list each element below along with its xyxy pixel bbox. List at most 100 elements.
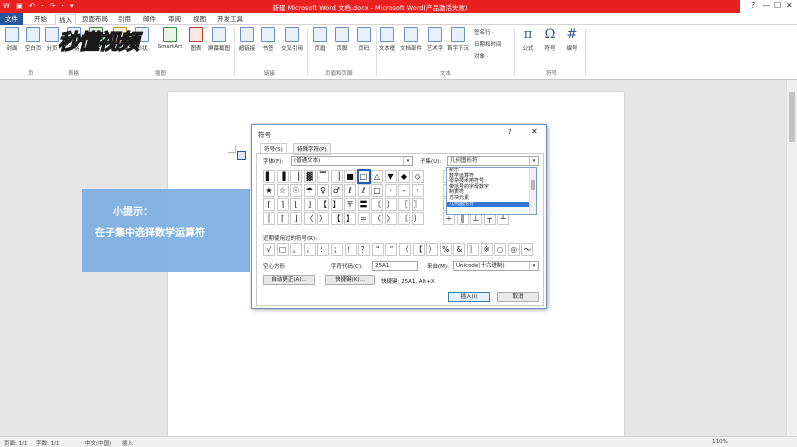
symbol-cell[interactable]: ⌋ <box>290 212 302 225</box>
symbol-cell[interactable]: ▌ <box>263 170 275 183</box>
cancel-button[interactable]: 取消 <box>497 292 539 302</box>
symbol-cell[interactable]: ◆ <box>398 170 410 183</box>
recent-symbol-cell[interactable]: ○ <box>494 243 507 256</box>
recent-symbol-cell[interactable]: ！ <box>344 243 357 256</box>
tab-page-layout[interactable]: 页面布局 <box>79 14 111 25</box>
symbol-cell[interactable]: ▕ <box>290 170 302 183</box>
object-button[interactable]: 对象 · <box>474 52 489 60</box>
symbol-cell[interactable]: 〒 <box>344 198 356 211</box>
symbol-cell[interactable]: ⌈ <box>263 198 275 211</box>
signature-line-button[interactable]: 签名行 · <box>474 28 494 36</box>
status-words[interactable]: 字数: 1/1 <box>36 439 59 447</box>
tab-file[interactable]: 文件 <box>0 13 23 25</box>
dialog-help-icon[interactable]: ? <box>508 128 512 136</box>
screenshot-button[interactable]: 屏幕截图 <box>205 27 233 52</box>
zoom-level[interactable]: 110% <box>712 439 728 445</box>
font-select[interactable]: (普通文本) ▾ <box>291 156 413 166</box>
header-button[interactable]: 页眉 <box>308 27 332 52</box>
symbol-cell[interactable]: 〕 <box>411 212 424 225</box>
status-mode[interactable]: 插入 <box>122 439 133 447</box>
status-language[interactable]: 中文(中国) <box>85 439 111 447</box>
recent-symbol-cell[interactable]: % <box>439 243 452 256</box>
recent-symbol-cell[interactable]: 。 <box>290 243 303 256</box>
tab-home[interactable]: 开始 <box>31 14 50 25</box>
symbol-cell[interactable]: 〉 <box>384 212 397 225</box>
page-number-button[interactable]: 页码 <box>352 27 376 52</box>
symbol-cell[interactable]: ⌉ <box>276 198 289 211</box>
symbol-cell[interactable]: 〕 <box>384 198 397 211</box>
recent-symbol-cell[interactable]: （ <box>399 243 411 256</box>
recent-symbol-cell[interactable]: ； <box>331 243 343 256</box>
symbol-cell[interactable]: ☂ <box>303 184 316 197</box>
cross-reference-button[interactable]: 交叉引用 <box>278 27 306 52</box>
recent-symbol-cell[interactable]: ： <box>317 243 330 256</box>
recent-symbol-cell[interactable]: □ <box>276 243 289 256</box>
recent-symbol-cell[interactable]: ” <box>385 243 398 256</box>
symbol-cell[interactable]: ℓ <box>357 184 370 197</box>
symbol-cell[interactable]: ℓ <box>344 184 356 197</box>
dialog-close-icon[interactable]: ✕ <box>531 127 538 136</box>
tab-view[interactable]: 视图 <box>190 14 209 25</box>
status-page[interactable]: 页面: 1/1 <box>4 439 27 447</box>
tab-insert[interactable]: 插入 <box>55 14 76 25</box>
symbol-cell[interactable]: ◇ <box>411 170 424 183</box>
symbol-cell[interactable]: ▼ <box>384 170 397 183</box>
symbol-cell[interactable]: ⌋ <box>303 198 316 211</box>
symbol-cell[interactable]: 〗 <box>411 198 424 211</box>
tab-references[interactable]: 引用 <box>115 14 134 25</box>
symbol-cell[interactable]: - <box>398 184 410 197</box>
recent-symbol-cell[interactable]: ◎ <box>507 243 520 256</box>
bookmark-button[interactable]: 书签 <box>256 27 280 52</box>
recent-symbol-cell[interactable]: ～ <box>521 243 534 256</box>
recent-symbol-cell[interactable]: ※ <box>480 243 493 256</box>
symbol-cell[interactable]: △ <box>371 170 383 183</box>
symbol-cell[interactable]: ★ <box>263 184 275 197</box>
symbol-cell[interactable]: · <box>384 184 397 197</box>
smartart-button[interactable]: SmartArt <box>155 27 185 50</box>
symbol-cell[interactable]: ▕ <box>330 170 343 183</box>
dropdown-scrollbar[interactable] <box>529 168 536 214</box>
scrollbar-thumb[interactable] <box>789 92 795 142</box>
recent-symbol-cell[interactable]: √ <box>263 243 275 256</box>
symbol-cell[interactable]: · <box>411 184 424 197</box>
symbol-button[interactable]: Ω 符号 <box>538 27 562 52</box>
recent-symbol-cell[interactable]: “ <box>371 243 384 256</box>
symbol-cell[interactable]: 〈 <box>303 212 316 225</box>
date-time-button[interactable]: 日期和时间 <box>474 40 502 48</box>
symbol-cell[interactable]: ♂ <box>330 184 343 197</box>
help-icon[interactable]: ? <box>751 1 755 10</box>
recent-symbol-cell[interactable]: & <box>453 243 466 256</box>
tab-developer[interactable]: 开发工具 <box>214 14 246 25</box>
minimize-button[interactable]: — <box>762 1 770 10</box>
symbol-cell[interactable]: ⌈ <box>276 212 289 225</box>
symbol-cell[interactable]: 〈 <box>371 212 383 225</box>
recent-symbol-cell[interactable]: ， <box>303 243 316 256</box>
symbol-cell[interactable]: 〔 <box>398 212 410 225</box>
quick-parts-button[interactable]: 文档部件 <box>397 27 425 52</box>
recent-symbol-cell[interactable]: ） <box>426 243 439 256</box>
recent-symbol-cell[interactable]: 【 <box>412 243 425 256</box>
symbol-cell[interactable]: │ <box>263 212 275 225</box>
drop-cap-button[interactable]: 首字下沉 <box>444 27 472 52</box>
equation-button[interactable]: π 公式 <box>516 27 540 52</box>
recent-symbol-cell[interactable]: ？ <box>358 243 371 256</box>
subset-option[interactable]: 几何图形符 <box>447 201 536 208</box>
footer-button[interactable]: 页脚 <box>330 27 354 52</box>
symbol-cell[interactable]: ▐ <box>276 170 289 183</box>
symbol-cell[interactable]: □ <box>371 184 383 197</box>
close-window-button[interactable]: ✕ <box>786 1 793 10</box>
symbol-cell[interactable]: ⌊ <box>290 198 302 211</box>
symbol-cell[interactable]: □ <box>356 169 371 184</box>
tab-review[interactable]: 审阅 <box>165 14 184 25</box>
insert-button[interactable]: 插入(I) <box>448 292 490 302</box>
symbol-cell[interactable]: = <box>357 212 370 225</box>
symbol-cell[interactable]: 〔 <box>371 198 383 211</box>
shortcut-key-button[interactable]: 快捷键(K)... <box>325 275 375 285</box>
symbol-cell[interactable]: 】 <box>330 198 343 211</box>
symbol-cell[interactable]: ■ <box>344 170 356 183</box>
symbol-cell[interactable]: ☉ <box>290 184 302 197</box>
vertical-scrollbar[interactable] <box>786 80 797 436</box>
char-code-input[interactable]: 25A1 <box>372 261 418 271</box>
symbol-cell[interactable]: 】 <box>344 212 356 225</box>
symbol-cell[interactable]: ☆ <box>276 184 289 197</box>
